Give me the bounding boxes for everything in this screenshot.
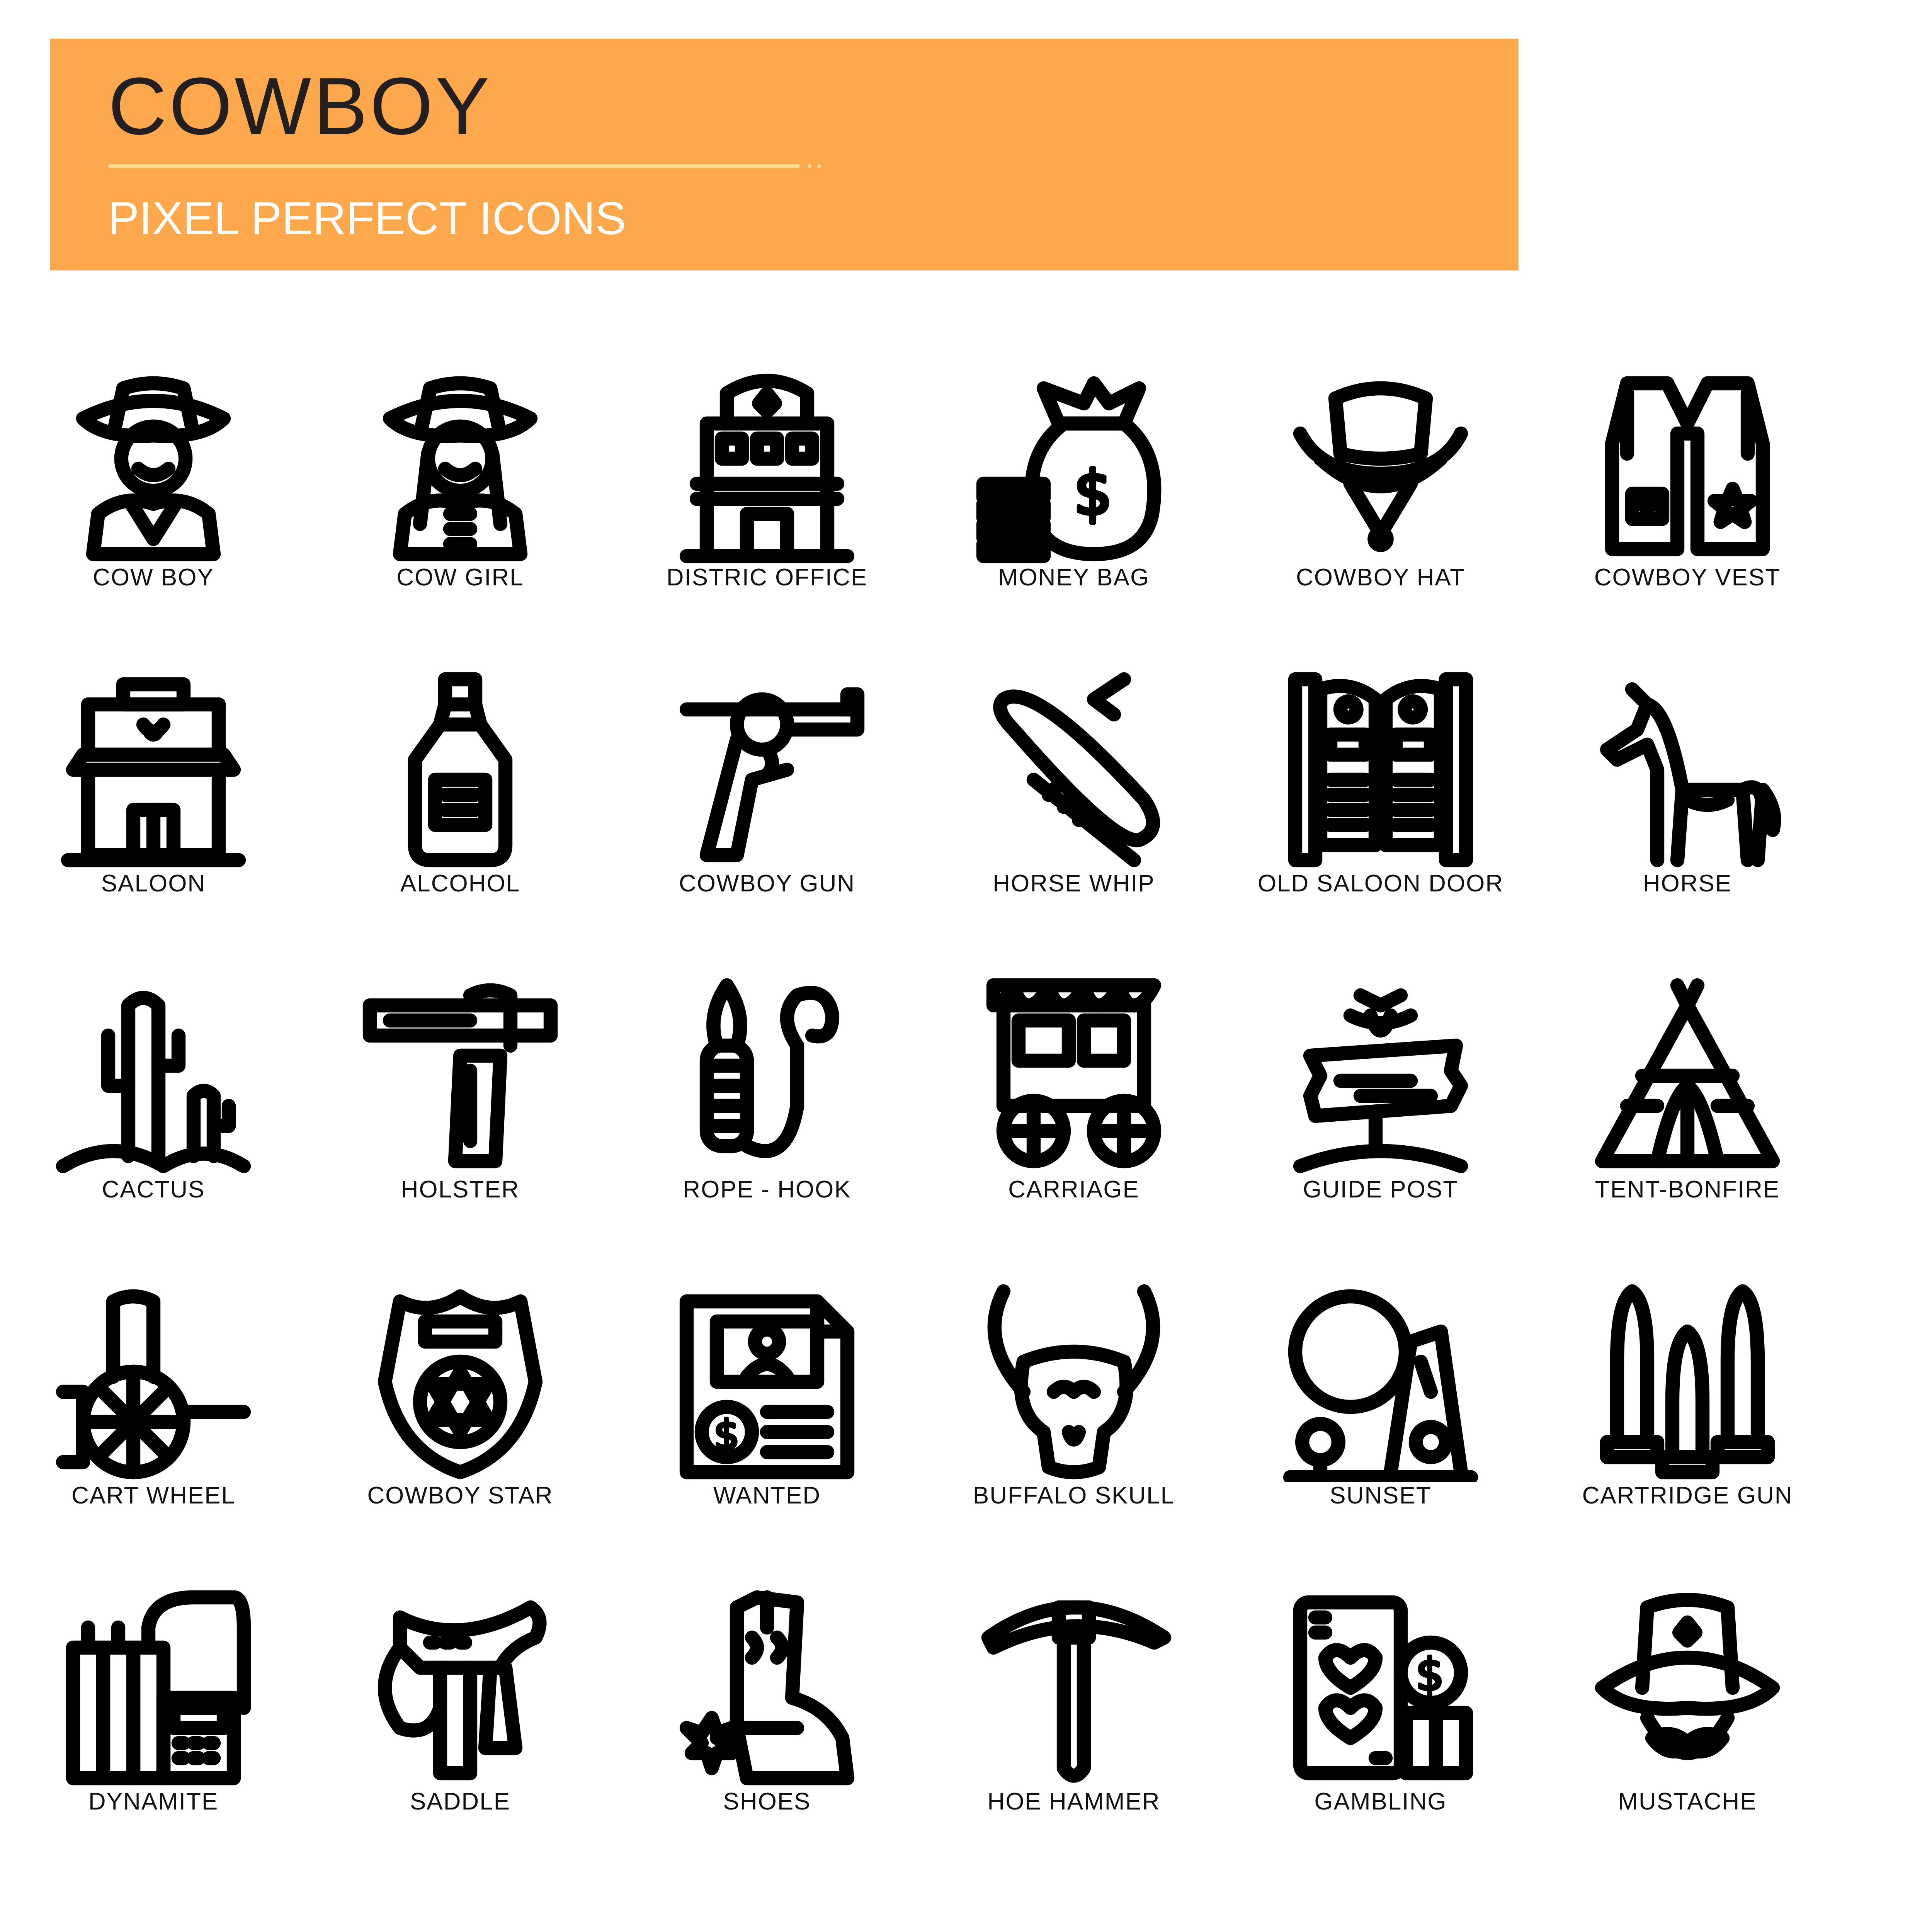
icon-label: COWBOY VEST [1594, 564, 1781, 591]
icon-card: HORSE WHIP [920, 662, 1227, 968]
icon-card: CARTRIDGE GUN [1534, 1274, 1841, 1580]
icon-label: SADDLE [410, 1788, 511, 1815]
revolver-icon [679, 687, 865, 862]
icon-card: $ MONEY BAG [920, 355, 1227, 662]
cowboy-hat-icon [1293, 381, 1468, 552]
icon-card: SHOES [614, 1580, 920, 1886]
saloon-icon [61, 677, 246, 867]
icon-label: CACTUS [102, 1176, 205, 1203]
icon-label: HOE HAMMER [987, 1788, 1160, 1815]
icon-label: BUFFALO SKULL [973, 1482, 1175, 1509]
icon-card: COWBOY STAR [307, 1274, 614, 1580]
icon-card: SALOON [0, 662, 307, 968]
icon-card: COW BOY [0, 355, 307, 662]
icon-card: $ WANTED [614, 1274, 920, 1580]
icon-card: COW GIRL [307, 355, 614, 662]
cowboy-boot-icon [679, 1590, 855, 1786]
icon-card: TENT-BONFIRE [1534, 968, 1841, 1274]
icon-label: CART WHEEL [71, 1482, 236, 1509]
icon-card: ALCOHOL [307, 662, 614, 968]
icon-label: SHOES [723, 1788, 811, 1815]
guide-post-icon [1293, 988, 1468, 1173]
alcohol-bottle-icon [408, 672, 513, 867]
icon-card: DYNAMITE [0, 1580, 307, 1886]
icon-label: SUNSET [1330, 1482, 1432, 1509]
icon-label: CARTRIDGE GUN [1582, 1482, 1793, 1509]
icon-card: COWBOY VEST [1534, 355, 1841, 662]
icon-card: CACTUS [0, 968, 307, 1274]
icon-card: DISTRIC OFFICE [614, 355, 920, 662]
icon-label: COWBOY HAT [1296, 564, 1465, 591]
icon-label: COWBOY GUN [679, 870, 855, 897]
icon-card: CARRIAGE [920, 968, 1227, 1274]
svg-text:$: $ [1416, 1649, 1444, 1700]
icon-label: TENT-BONFIRE [1595, 1176, 1780, 1203]
rope-hook-icon [699, 978, 840, 1158]
icon-label: HOLSTER [401, 1176, 520, 1203]
saddle-icon [378, 1600, 547, 1781]
icon-label: ROPE - HOOK [683, 1176, 851, 1203]
icon-card: SUNSET [1227, 1274, 1534, 1580]
icon-label: COW GIRL [396, 564, 524, 591]
gambling-icon: $ [1293, 1595, 1473, 1781]
svg-text:$: $ [1074, 458, 1112, 528]
mustache-icon [1595, 1593, 1780, 1760]
district-office-icon [679, 374, 855, 563]
icon-card: CART WHEEL [0, 1274, 307, 1580]
icon-card: BUFFALO SKULL [920, 1274, 1227, 1580]
icon-label: COW BOY [93, 564, 214, 591]
icon-label: HORSE WHIP [993, 870, 1155, 897]
cactus-icon [56, 991, 251, 1173]
icon-card: MUSTACHE [1534, 1580, 1841, 1886]
icon-label: CARRIAGE [1008, 1176, 1139, 1203]
icon-label: GAMBLING [1314, 1788, 1447, 1815]
dynamite-icon [66, 1590, 251, 1786]
icon-label: COWBOY STAR [367, 1482, 553, 1509]
wanted-poster-icon: $ [679, 1294, 855, 1480]
icon-label: SALOON [101, 870, 206, 897]
icon-card: SADDLE [307, 1580, 614, 1886]
icon-card: ROPE - HOOK [614, 968, 920, 1274]
cartridge-icon [1600, 1284, 1775, 1480]
icon-card: HOLSTER [307, 968, 614, 1274]
tent-icon [1595, 978, 1780, 1168]
cart-wheel-icon [56, 1289, 251, 1480]
svg-text:$: $ [714, 1412, 739, 1459]
sheriff-badge-icon [378, 1289, 543, 1480]
cowboy-icon [76, 376, 231, 561]
horse-icon [1600, 682, 1781, 867]
icon-label: GUIDE POST [1303, 1176, 1459, 1203]
icon-label: DISTRIC OFFICE [666, 564, 868, 591]
cowboy-vest-icon [1605, 376, 1770, 556]
icon-card: OLD SALOON DOOR [1227, 662, 1534, 968]
icon-card: HORSE [1534, 662, 1841, 968]
carriage-icon [986, 978, 1162, 1168]
holster-icon [362, 983, 558, 1168]
horse-whip-icon [993, 672, 1160, 867]
icon-label: WANTED [713, 1482, 821, 1509]
sunset-icon [1283, 1289, 1478, 1482]
icon-label: DYNAMITE [88, 1788, 219, 1815]
icon-label: HORSE [1643, 870, 1732, 897]
money-bag-icon: $ [976, 376, 1162, 563]
icon-card: COWBOY GUN [614, 662, 920, 968]
icon-card: COWBOY HAT [1227, 355, 1534, 662]
pickaxe-icon [981, 1600, 1172, 1783]
icon-card: $ GAMBLING [1227, 1580, 1534, 1886]
icon-label: MUSTACHE [1618, 1788, 1757, 1815]
icon-card: HOE HAMMER [920, 1580, 1227, 1886]
buffalo-skull-icon [987, 1284, 1160, 1480]
icon-label: ALCOHOL [400, 870, 520, 897]
icon-label: MONEY BAG [998, 564, 1150, 591]
icon-grid: COW BOY COW GIRL DISTRIC OFFICE $ MONEY BAG C… [0, 0, 1932, 1932]
icon-card: GUIDE POST [1227, 968, 1534, 1274]
cowgirl-icon [383, 376, 538, 561]
saloon-door-icon [1288, 672, 1473, 867]
icon-label: OLD SALOON DOOR [1257, 870, 1504, 897]
